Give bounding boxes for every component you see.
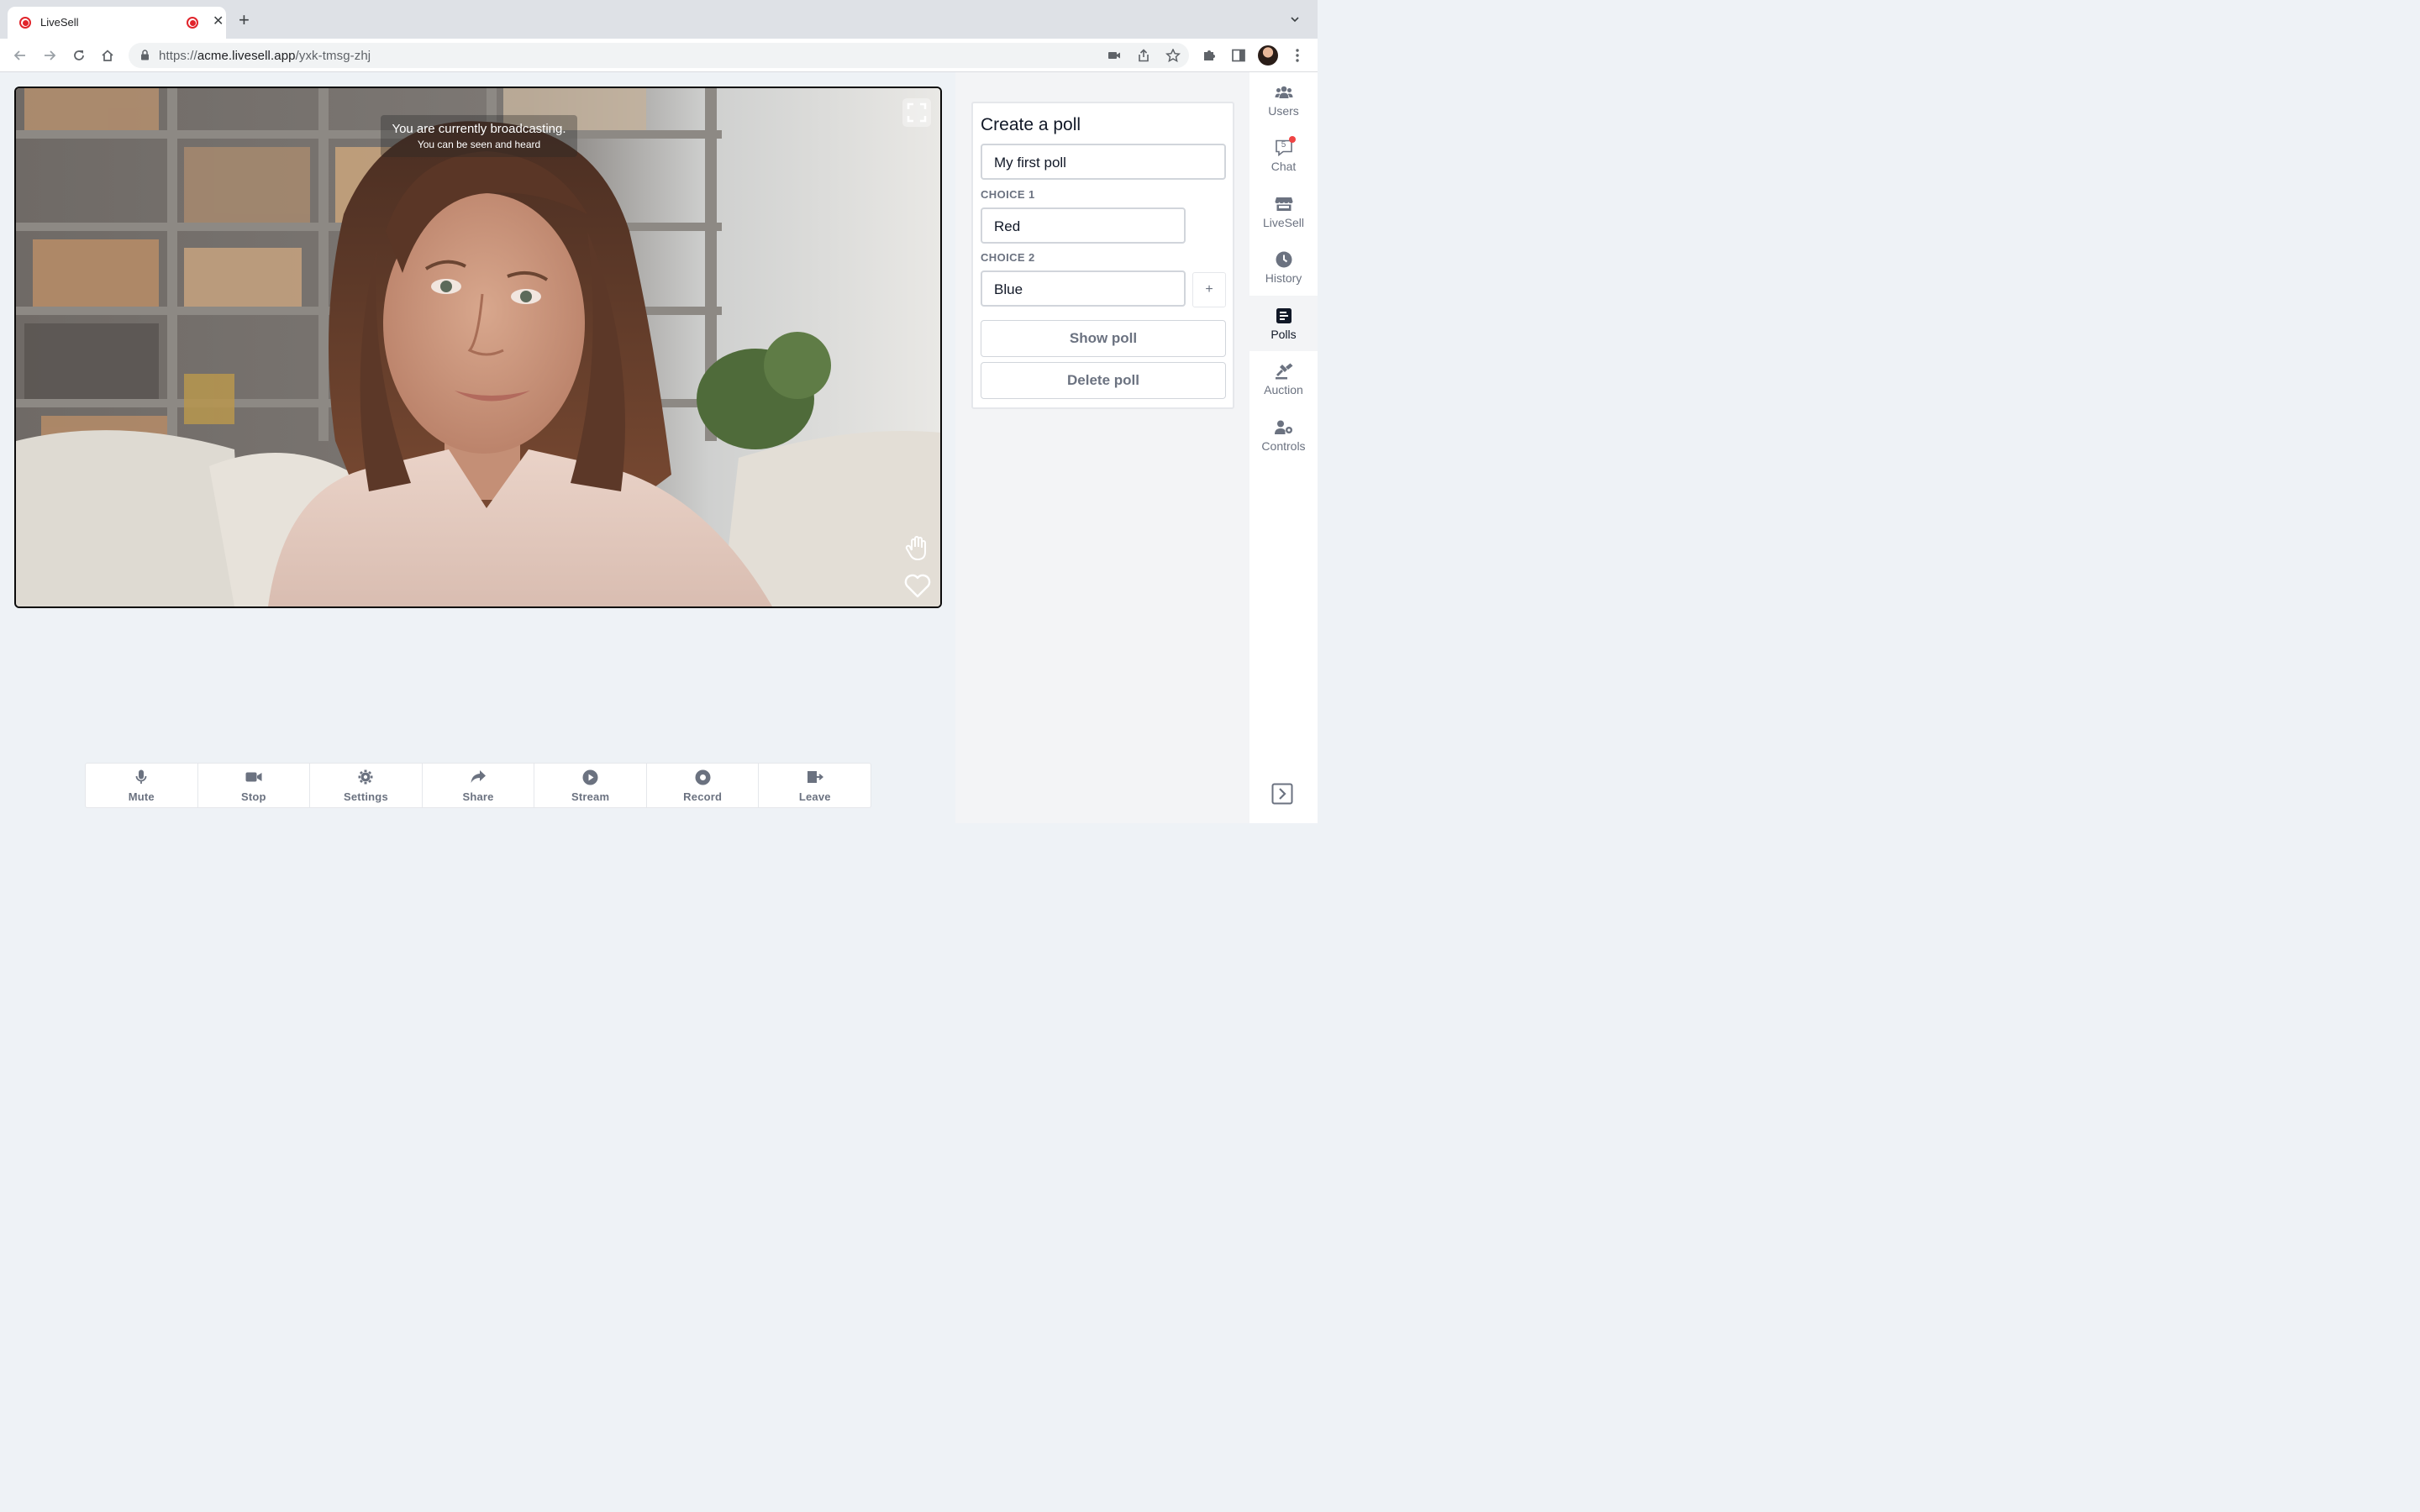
rail-label-controls: Controls [1261,439,1306,453]
rail-item-chat[interactable]: 5 Chat [1249,128,1318,183]
leave-button[interactable]: Leave [759,764,871,807]
record-label: Record [683,790,723,803]
new-tab-icon[interactable]: + [239,11,250,29]
reload-icon[interactable] [70,46,88,65]
poll-card-title: Create a poll [981,115,1081,134]
heart-reaction-icon[interactable] [903,572,932,599]
choice-2-input[interactable]: Blue [981,270,1186,307]
users-icon [1275,84,1293,101]
delete-poll-button[interactable]: Delete poll [981,362,1226,399]
poll-name-input[interactable]: My first poll [981,144,1226,180]
gavel-icon [1275,363,1293,380]
settings-label: Settings [344,790,388,803]
rail-label-chat: Chat [1270,160,1297,173]
leave-label: Leave [798,790,831,803]
mute-label: Mute [128,790,155,803]
profile-avatar[interactable] [1258,45,1278,66]
choice-1-input[interactable]: Red [981,207,1186,244]
address-bar[interactable]: https://acme.livesell.app/yxk-tmsg-zhj [129,43,1189,68]
browser-menu-icon[interactable] [1288,46,1307,65]
side-panel-icon[interactable] [1229,46,1248,65]
fullscreen-icon [907,102,927,123]
exit-icon [807,769,823,785]
livesell-favicon-icon [19,17,31,29]
back-arrow-icon[interactable] [11,46,29,65]
rail-label-users: Users [1268,104,1299,118]
microphone-icon [133,769,150,785]
storefront-icon [1275,196,1293,213]
browser-toolbar: https://acme.livesell.app/yxk-tmsg-zhj [0,39,1318,72]
broadcast-status-title: You are currently broadcasting. [392,122,566,136]
broadcast-status-banner: You are currently broadcasting. You can … [381,115,577,157]
rail-item-auction[interactable]: Auction [1249,351,1318,407]
create-poll-card: Create a poll My first poll CHOICE 1 Red… [971,102,1234,409]
recording-indicator-icon [187,17,198,29]
extensions-puzzle-icon[interactable] [1200,46,1218,65]
rail-item-controls[interactable]: Controls [1249,407,1318,463]
share-arrow-icon [470,769,487,785]
chat-notification-dot [1288,136,1296,143]
stop-label: Stop [241,790,266,803]
broadcast-status-subtitle: You can be seen and heard [417,139,541,150]
video-camera-icon [245,769,262,785]
stop-video-button[interactable]: Stop [198,764,311,807]
chat-bubble-icon: 5 [1275,136,1296,156]
rail-item-livesell[interactable]: LiveSell [1249,184,1318,239]
rail-label-polls: Polls [1270,328,1297,341]
gear-icon [357,769,374,785]
clock-icon [1275,251,1293,268]
share-page-icon[interactable] [1136,49,1151,62]
rail-label-history: History [1265,271,1302,285]
rail-label-auction: Auction [1264,383,1303,396]
rail-label-livesell: LiveSell [1262,216,1305,229]
rail-item-history[interactable]: History [1249,239,1318,295]
call-controls-bar: Mute Stop Settings Share Stream Record L… [85,763,871,808]
broadcaster-video-feed [16,88,940,606]
record-circle-icon [694,769,711,785]
collapse-panel-icon[interactable] [1271,783,1293,805]
show-poll-button[interactable]: Show poll [981,320,1226,357]
play-circle-icon [582,769,599,785]
bookmark-star-icon[interactable] [1165,49,1181,62]
url-text: https://acme.livesell.app/yxk-tmsg-zhj [159,49,371,63]
share-label: Share [462,790,494,803]
share-button[interactable]: Share [423,764,535,807]
choice-1-label: CHOICE 1 [981,188,1035,201]
right-nav-rail: Users 5 Chat LiveSell History Polls Auct… [1249,72,1318,823]
record-button[interactable]: Record [647,764,760,807]
user-settings-icon [1274,419,1293,436]
rail-item-polls[interactable]: Polls [1249,296,1318,351]
browser-tab[interactable]: LiveSell ✕ [8,7,226,39]
camera-in-use-icon[interactable] [1107,49,1122,62]
raise-hand-icon[interactable] [903,533,932,562]
choice-2-label: CHOICE 2 [981,251,1035,264]
add-choice-button[interactable]: + [1192,272,1226,307]
browser-tab-strip: LiveSell ✕ + [0,0,1318,39]
fullscreen-button[interactable] [902,98,931,127]
settings-button[interactable]: Settings [310,764,423,807]
tab-title: LiveSell [40,16,79,29]
lock-icon [141,50,149,60]
stream-label: Stream [571,790,610,803]
rail-item-users[interactable]: Users [1249,72,1318,128]
side-panel: Create a poll My first poll CHOICE 1 Red… [955,72,1249,823]
polls-icon [1275,307,1293,324]
home-icon[interactable] [98,46,117,65]
mute-button[interactable]: Mute [86,764,198,807]
tab-search-chevron-icon[interactable] [1291,15,1299,24]
forward-arrow-icon[interactable] [40,46,59,65]
video-stage: You are currently broadcasting. You can … [14,87,942,608]
tab-close-icon[interactable]: ✕ [213,14,224,29]
stream-button[interactable]: Stream [534,764,647,807]
